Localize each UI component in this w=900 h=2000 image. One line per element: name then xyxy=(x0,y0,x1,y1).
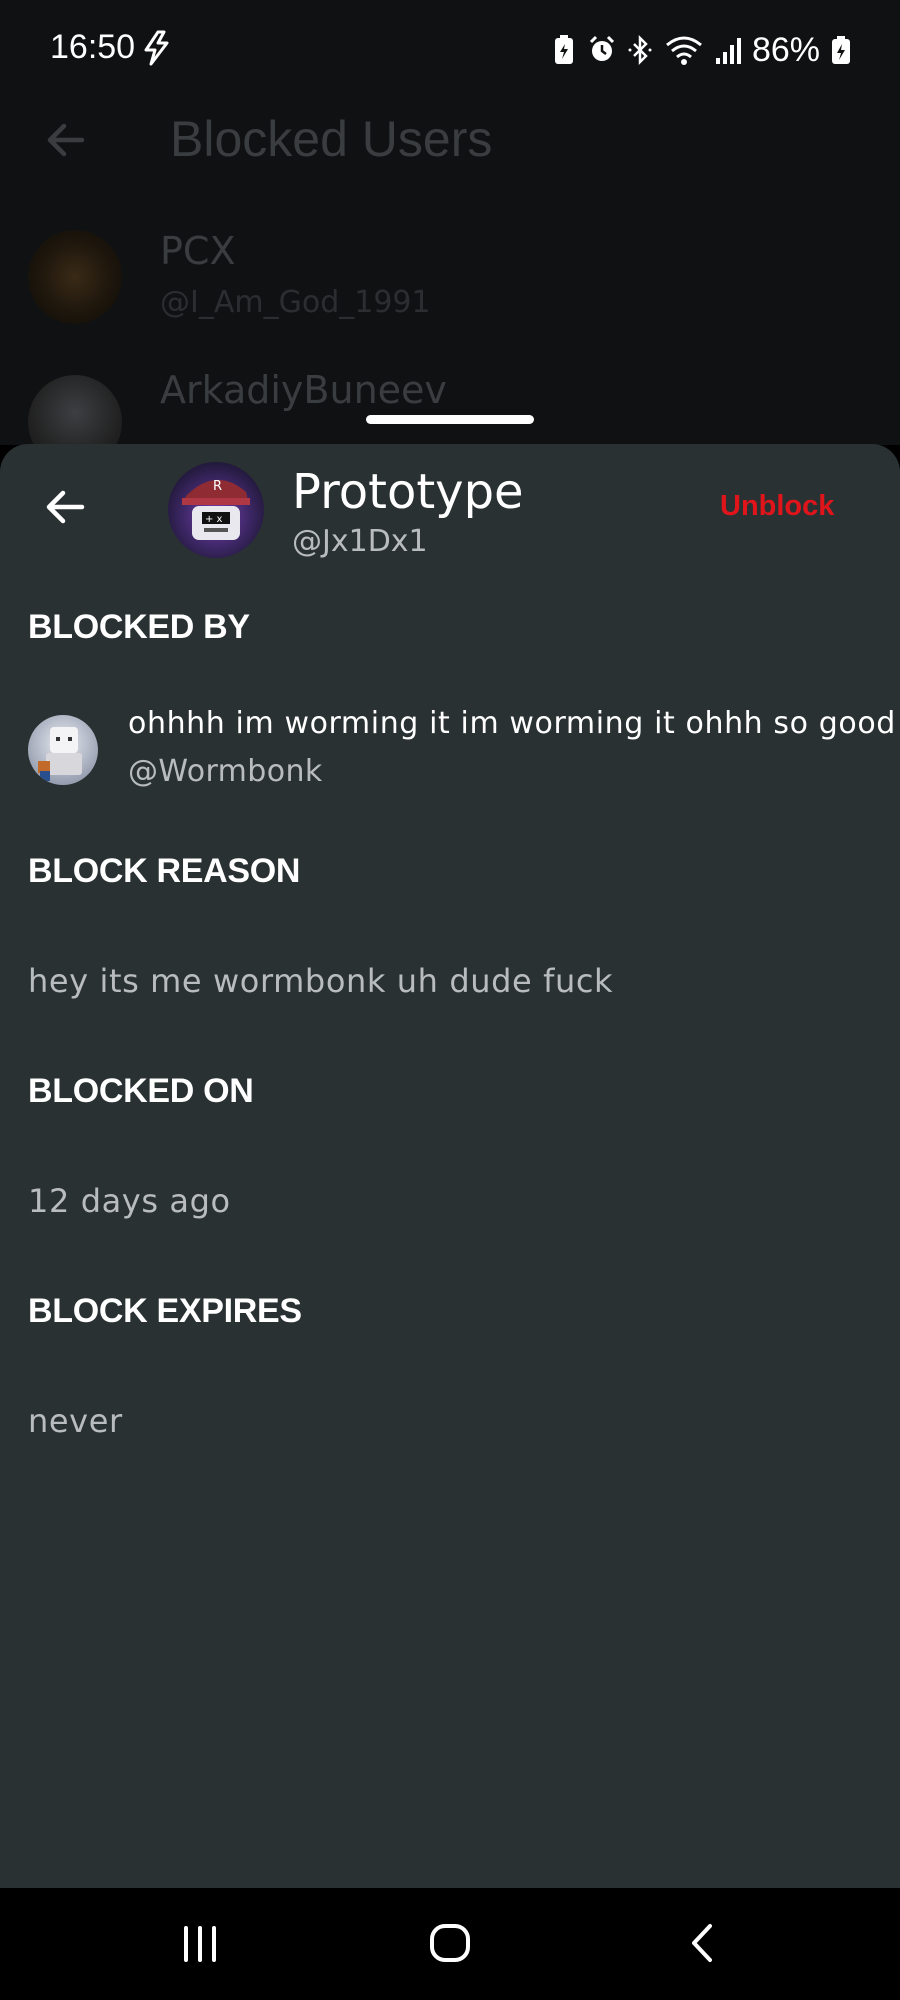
block-reason-header: BLOCK REASON xyxy=(28,852,301,890)
unblock-button[interactable]: Unblock xyxy=(720,490,834,523)
blocked-users-screen-dimmed: Blocked Users PCX @I_Am_God_1991 Arkadiy… xyxy=(0,100,900,445)
list-item: PCX @I_Am_God_1991 xyxy=(0,225,900,345)
avatar: R + x xyxy=(168,462,264,558)
back-arrow-icon xyxy=(47,123,85,157)
back-arrow-icon[interactable] xyxy=(40,482,90,532)
bluetooth-icon xyxy=(628,34,652,66)
blocker-avatar[interactable] xyxy=(28,715,98,785)
battery-icon xyxy=(832,36,850,64)
battery-saver-icon xyxy=(554,35,573,64)
block-reason-value: hey its me wormbonk uh dude fuck xyxy=(28,962,614,1000)
avatar xyxy=(28,230,122,324)
system-navigation-bar xyxy=(0,1888,900,2000)
user-name: ArkadiyBuneev xyxy=(160,368,447,412)
back-nav-icon[interactable] xyxy=(672,1918,732,1968)
alarm-icon xyxy=(589,35,614,61)
block-expires-header: BLOCK EXPIRES xyxy=(28,1292,302,1330)
sheet-grab-handle[interactable] xyxy=(366,415,534,424)
recent-apps-icon[interactable] xyxy=(170,1918,230,1968)
avatar xyxy=(28,375,122,445)
block-expires-value: never xyxy=(28,1402,123,1440)
blocked-user-details-sheet: R + x Prototype @Jx1Dx1 Unblock BLOCKED … xyxy=(0,444,900,1888)
status-icons: 86% xyxy=(550,30,852,70)
svg-text:+ x: + x xyxy=(205,514,223,525)
blocker-handle: @Wormbonk xyxy=(128,754,323,789)
list-item: ArkadiyBuneev xyxy=(0,368,900,445)
signal-icon xyxy=(715,38,741,64)
blocked-by-header: BLOCKED BY xyxy=(28,608,250,646)
wifi-icon xyxy=(665,36,702,65)
blocker-display-name[interactable]: ohhhh im worming it im worming it ohhh s… xyxy=(128,706,896,741)
user-handle: @I_Am_God_1991 xyxy=(160,285,431,320)
profile-name: Prototype xyxy=(292,464,524,520)
charging-bolt-icon xyxy=(144,30,169,66)
svg-text:R: R xyxy=(213,479,222,494)
page-title: Blocked Users xyxy=(170,111,493,167)
blocked-on-value: 12 days ago xyxy=(28,1182,231,1220)
user-name: PCX xyxy=(160,229,236,273)
profile-handle: @Jx1Dx1 xyxy=(292,524,428,559)
status-bar: 16:50 86% xyxy=(0,0,900,100)
battery-percent: 86% xyxy=(751,30,820,69)
home-icon[interactable] xyxy=(420,1918,480,1968)
status-time: 16:50 xyxy=(50,28,136,66)
blocked-on-header: BLOCKED ON xyxy=(28,1072,254,1110)
